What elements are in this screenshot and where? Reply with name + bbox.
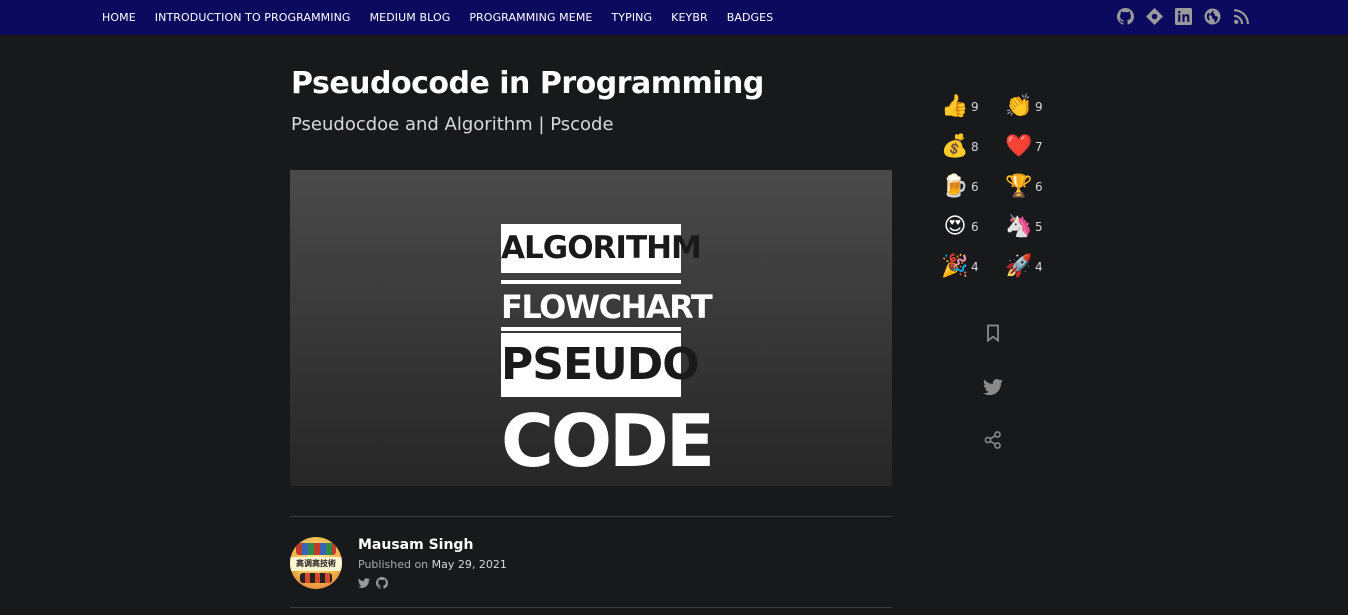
reaction-clap[interactable]: 👏 9 [1005,93,1043,121]
published-prefix: Published on [358,558,429,571]
reaction-count: 4 [971,260,979,274]
reaction-count: 8 [971,140,979,154]
cover-divider [501,327,681,331]
avatar-figures [296,543,336,555]
nav-medium-blog[interactable]: MEDIUM BLOG [370,11,451,24]
twitter-icon[interactable] [983,377,1003,397]
heart-icon: ❤️ [1005,134,1033,159]
reaction-count: 6 [971,180,979,194]
nav-keybr[interactable]: KEYBR [671,11,708,24]
article-title: Pseudocode in Programming [291,66,764,101]
reaction-count: 5 [1035,220,1043,234]
clap-icon: 👏 [1005,94,1033,119]
reaction-thumbs-up[interactable]: 👍 9 [941,93,979,121]
linkedin-icon[interactable] [1175,8,1192,25]
author-avatar[interactable]: 高调高技術 [290,537,342,589]
cover-word-flowchart: FLOWCHART [501,288,713,326]
diamond-icon[interactable] [1146,8,1163,25]
reaction-unicorn[interactable]: 🦄 5 [1005,213,1043,241]
nav-typing[interactable]: TYPING [611,11,652,24]
reaction-party[interactable]: 🎉 4 [941,253,979,281]
github-icon[interactable] [1117,8,1134,25]
social-links [1117,8,1250,25]
party-icon: 🎉 [941,254,969,279]
globe-icon[interactable] [1204,8,1221,25]
reaction-heart-eyes[interactable]: 😍 6 [941,213,979,241]
nav-programming-meme[interactable]: PROGRAMMING MEME [469,11,592,24]
beer-icon: 🍺 [941,174,969,199]
github-icon[interactable] [376,577,388,589]
reaction-count: 9 [1035,100,1043,114]
thumbs-up-icon: 👍 [941,94,969,119]
avatar-text: 高调高技術 [290,557,342,571]
nav-home[interactable]: HOME [102,11,136,24]
nav-badges[interactable]: BADGES [727,11,774,24]
reaction-count: 7 [1035,140,1043,154]
share-icon[interactable] [983,430,1003,450]
author-name[interactable]: Mausam Singh [358,537,473,553]
cover-word-algorithm: ALGORITHM [501,224,702,273]
cover-word-pseudo: PSEUDO [501,333,700,397]
reaction-heart[interactable]: ❤️ 7 [1005,133,1043,161]
trophy-icon: 🏆 [1005,174,1033,199]
unicorn-icon: 🦄 [1005,214,1033,239]
main-nav: HOME INTRODUCTION TO PROGRAMMING MEDIUM … [102,0,792,35]
rocket-icon: 🚀 [1005,254,1033,279]
reaction-count: 9 [971,100,979,114]
published-date: Published on May 29, 2021 [358,558,507,571]
reaction-beer[interactable]: 🍺 6 [941,173,979,201]
top-navbar: HOME INTRODUCTION TO PROGRAMMING MEDIUM … [0,0,1348,35]
divider [290,516,892,517]
published-date-value: May 29, 2021 [431,558,507,571]
reaction-count: 6 [1035,180,1043,194]
reaction-money-bag[interactable]: 💰 8 [941,133,979,161]
rss-icon[interactable] [1233,8,1250,25]
cover-word-code: CODE [501,399,715,483]
twitter-icon[interactable] [358,577,370,589]
cover-divider [501,280,681,284]
nav-introduction-to-programming[interactable]: INTRODUCTION TO PROGRAMMING [155,11,351,24]
reaction-trophy[interactable]: 🏆 6 [1005,173,1043,201]
author-social-links [358,577,388,589]
avatar-figures [300,573,332,583]
reaction-count: 4 [1035,260,1043,274]
bookmark-icon[interactable] [983,323,1003,343]
money-bag-icon: 💰 [941,134,969,159]
reaction-count: 6 [971,220,979,234]
article-subtitle: Pseudocdoe and Algorithm | Pscode [291,114,614,135]
reaction-rocket[interactable]: 🚀 4 [1005,253,1043,281]
cover-image: ALGORITHM FLOWCHART PSEUDO CODE [290,170,892,486]
divider [290,607,892,608]
heart-eyes-icon: 😍 [943,214,967,239]
